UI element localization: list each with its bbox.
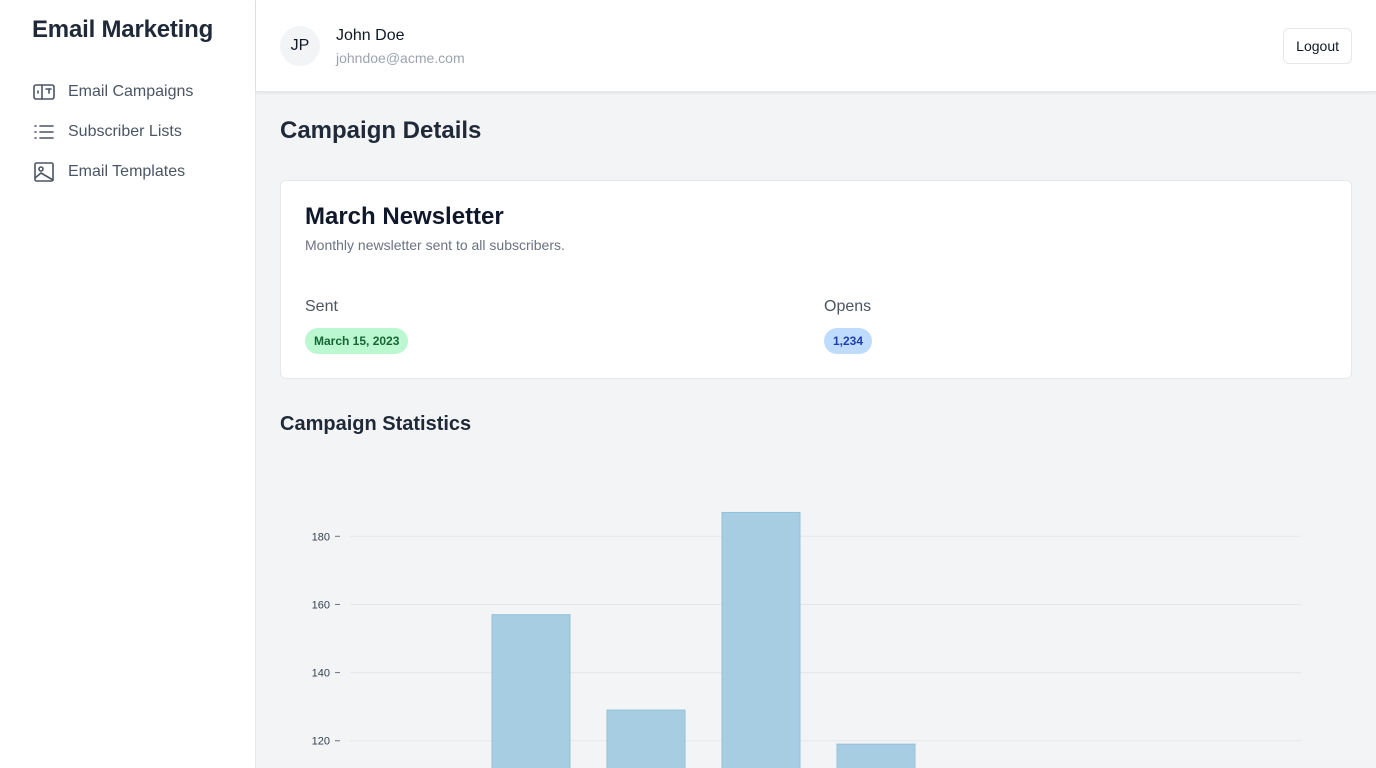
sidebar-nav: Email Campaigns Subscriber Lists Email T… bbox=[32, 72, 242, 192]
sidebar-item-email-campaigns[interactable]: Email Campaigns bbox=[32, 72, 242, 112]
sidebar-item-label: Email Campaigns bbox=[68, 83, 194, 100]
sidebar-item-label: Email Templates bbox=[68, 163, 186, 180]
y-tick-label: 160 bbox=[312, 599, 330, 611]
main-content: Campaign Details March Newsletter Monthl… bbox=[256, 92, 1376, 768]
chart-bar bbox=[836, 743, 916, 768]
campaign-icon bbox=[32, 80, 56, 104]
sent-date-badge: March 15, 2023 bbox=[305, 328, 409, 354]
chart-bar bbox=[721, 511, 801, 768]
sidebar-item-subscriber-lists[interactable]: Subscriber Lists bbox=[32, 112, 242, 152]
sidebar: Email Marketing Email Campaigns Subscrib… bbox=[0, 0, 256, 768]
sidebar-item-email-templates[interactable]: Email Templates bbox=[32, 152, 242, 192]
avatar[interactable]: JP bbox=[280, 26, 320, 66]
logout-button[interactable]: Logout bbox=[1283, 28, 1352, 64]
top-header: JP John Doe johndoe@acme.com Logout bbox=[256, 0, 1376, 92]
campaign-description: Monthly newsletter sent to all subscribe… bbox=[305, 237, 565, 253]
chart-bar bbox=[606, 709, 686, 768]
y-tick-label: 120 bbox=[312, 736, 330, 748]
user-email: johndoe@acme.com bbox=[336, 50, 465, 66]
y-tick-label: 140 bbox=[312, 668, 330, 680]
image-icon bbox=[32, 160, 56, 184]
sidebar-item-label: Subscriber Lists bbox=[68, 123, 182, 140]
list-icon bbox=[32, 120, 56, 144]
campaign-name: March Newsletter bbox=[305, 203, 504, 230]
section-title: Campaign Statistics bbox=[280, 413, 472, 435]
app-title: Email Marketing bbox=[32, 16, 214, 43]
campaign-card: March Newsletter Monthly newsletter sent… bbox=[280, 180, 1352, 379]
opens-count-badge: 1,234 bbox=[824, 328, 873, 354]
campaign-statistics-chart: 120 140 160 180 bbox=[312, 511, 1301, 768]
page-title: Campaign Details bbox=[280, 117, 482, 144]
opens-label: Opens bbox=[824, 298, 872, 315]
sent-label: Sent bbox=[305, 298, 338, 315]
chart-bar bbox=[491, 614, 571, 768]
y-tick-label: 180 bbox=[312, 531, 330, 543]
user-name: John Doe bbox=[336, 27, 405, 44]
